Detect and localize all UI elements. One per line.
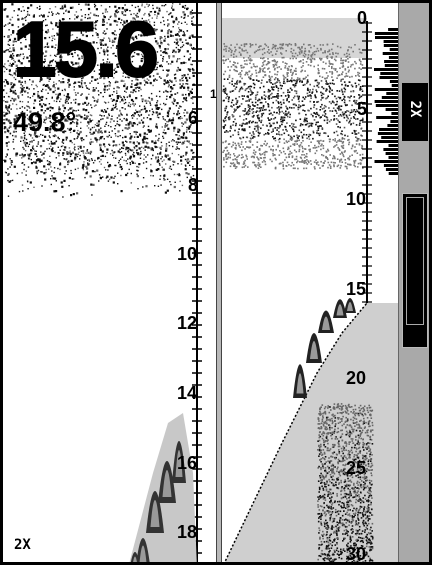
full-sonar-canvas (222, 18, 398, 562)
full-scale-label-30: 30 (346, 544, 367, 562)
zoom-depth-scale-ticks (192, 3, 202, 562)
surface-band (222, 18, 367, 58)
zoom-scale-label-8: 8 (188, 175, 199, 195)
zoom-scale-label-10: 10 (177, 244, 198, 264)
water-temperature-readout: 49.8° (13, 107, 77, 137)
zoom-scale-label-6: 6 (188, 108, 199, 128)
thermocline-clutter (222, 43, 364, 170)
full-sonar-pane[interactable]: 0 5 10 15 20 25 30 (222, 3, 398, 562)
zoom-range-window[interactable] (406, 197, 424, 325)
zoom-scale-label-18: 18 (177, 522, 198, 542)
zoom-scale-label-14: 14 (177, 383, 198, 403)
full-scale-label-20: 20 (346, 368, 367, 388)
full-scale-label-15: 15 (346, 279, 367, 299)
zoom-scale-label-12: 12 (177, 313, 198, 333)
zoom-bar-panel: 2X 4X (398, 3, 429, 562)
zoom-sonar-pane[interactable]: 15.6 49.8° 6 8 10 12 14 16 18 2X (3, 3, 216, 562)
zoom-level-label: 2X (14, 537, 31, 553)
sonar-screen: 15.6 49.8° 6 8 10 12 14 16 18 2X 1 0 5 1… (0, 0, 432, 565)
zoom-4x-button[interactable]: 4X (402, 193, 428, 348)
depth-readout: 15.6 (12, 5, 160, 93)
zoom-scale-label-16: 16 (177, 453, 198, 473)
zoom-2x-label: 2X (407, 100, 423, 118)
full-scale-label-5: 5 (357, 99, 368, 119)
full-scale-label-0: 0 (357, 8, 368, 28)
full-scale-label-10: 10 (346, 189, 367, 209)
full-scale-label-25: 25 (346, 458, 367, 478)
zoom-2x-button[interactable]: 2X (402, 83, 428, 141)
divider-marker: 1 (210, 87, 217, 101)
bottom-profile (224, 298, 398, 562)
